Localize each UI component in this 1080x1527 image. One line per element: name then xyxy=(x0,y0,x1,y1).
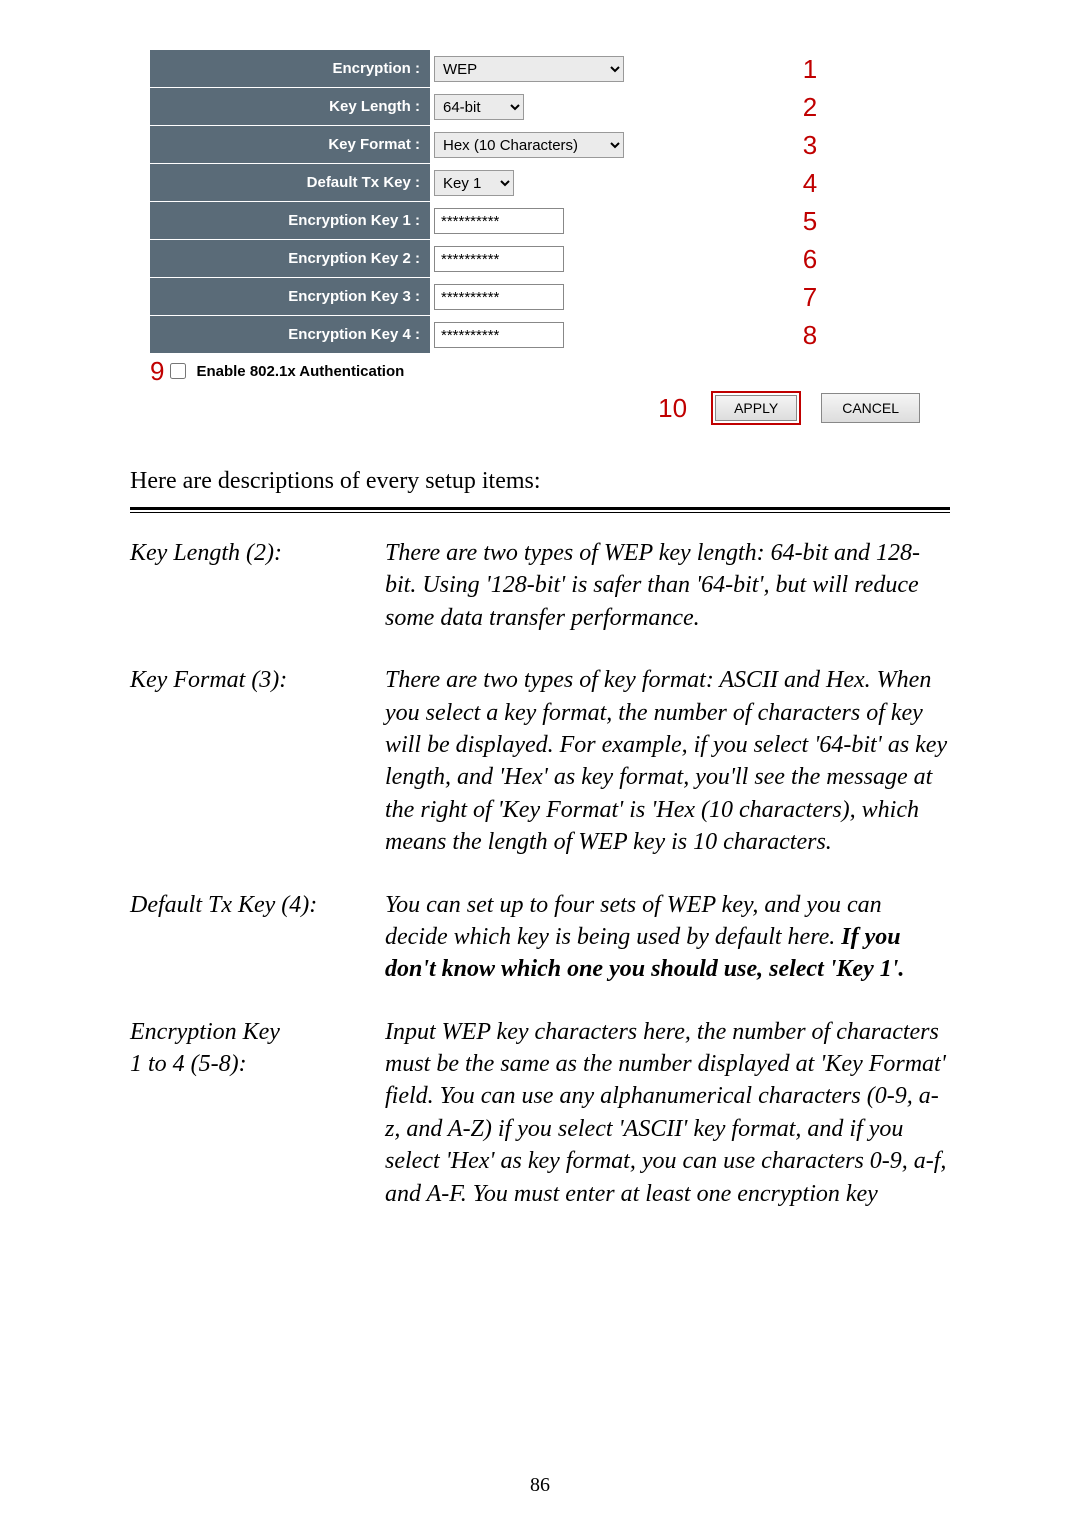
form-label: Encryption Key 3 : xyxy=(150,278,430,316)
encryption-key-input[interactable] xyxy=(434,322,564,348)
form-label: Key Length : xyxy=(150,88,430,126)
description-term: Key Format (3): xyxy=(130,664,385,858)
divider xyxy=(130,507,950,513)
encryption-key-input[interactable] xyxy=(434,208,564,234)
form-select[interactable]: 64-bit xyxy=(434,94,524,120)
annotation-number: 7 xyxy=(690,278,930,316)
buttons-row: 10 APPLY CANCEL xyxy=(150,388,930,428)
page-number: 86 xyxy=(0,1474,1080,1497)
form-row: Encryption Key 2 : 6 xyxy=(150,240,930,278)
form-select[interactable]: Hex (10 Characters) xyxy=(434,132,624,158)
form-control-cell: Hex (10 Characters) xyxy=(430,126,690,164)
enable-8021x-label: Enable 802.1x Authentication xyxy=(196,363,404,380)
settings-form: Encryption :WEP1Key Length :64-bit2Key F… xyxy=(150,50,930,428)
form-control-cell: Key 1 xyxy=(430,164,690,202)
annotation-number: 6 xyxy=(690,240,930,278)
form-label: Default Tx Key : xyxy=(150,164,430,202)
form-label: Key Format : xyxy=(150,126,430,164)
description-item: Key Length (2):There are two types of WE… xyxy=(130,537,950,634)
description-item: Encryption Key 1 to 4 (5-8):Input WEP ke… xyxy=(130,1016,950,1210)
enable-8021x-checkbox[interactable] xyxy=(170,363,186,379)
description-text: You can set up to four sets of WEP key, … xyxy=(385,889,950,986)
annotation-number: 8 xyxy=(690,316,930,354)
form-control-cell: 64-bit xyxy=(430,88,690,126)
encryption-key-input[interactable] xyxy=(434,284,564,310)
description-term: Encryption Key 1 to 4 (5-8): xyxy=(130,1016,385,1210)
form-row: Key Format :Hex (10 Characters) 3 xyxy=(150,126,930,164)
encryption-key-input[interactable] xyxy=(434,246,564,272)
form-row: Default Tx Key :Key 1 4 xyxy=(150,164,930,202)
apply-button[interactable]: APPLY xyxy=(715,395,797,421)
description-term: Key Length (2): xyxy=(130,537,385,634)
description-text: Input WEP key characters here, the numbe… xyxy=(385,1016,950,1210)
form-control-cell xyxy=(430,202,690,240)
form-row: Encryption :WEP 1 xyxy=(150,50,930,88)
annotation-number: 4 xyxy=(690,164,930,202)
form-label: Encryption Key 2 : xyxy=(150,240,430,278)
annotation-number: 5 xyxy=(690,202,930,240)
form-control-cell: WEP xyxy=(430,50,690,88)
description-text: There are two types of key format: ASCII… xyxy=(385,664,950,858)
descriptions-intro: Here are descriptions of every setup ite… xyxy=(130,468,950,495)
form-control-cell xyxy=(430,240,690,278)
form-row: Encryption Key 1 : 5 xyxy=(150,202,930,240)
apply-highlight: APPLY xyxy=(711,391,801,425)
form-control-cell xyxy=(430,316,690,354)
cancel-button[interactable]: CANCEL xyxy=(821,393,920,423)
form-control-cell xyxy=(430,278,690,316)
form-label: Encryption : xyxy=(150,50,430,88)
form-label: Encryption Key 1 : xyxy=(150,202,430,240)
form-row: Encryption Key 4 : 8 xyxy=(150,316,930,354)
description-term: Default Tx Key (4): xyxy=(130,889,385,986)
annotation-9: 9 xyxy=(150,356,164,387)
form-select[interactable]: WEP xyxy=(434,56,624,82)
annotation-number: 3 xyxy=(690,126,930,164)
form-row: Key Length :64-bit 2 xyxy=(150,88,930,126)
form-label: Encryption Key 4 : xyxy=(150,316,430,354)
form-row: Encryption Key 3 : 7 xyxy=(150,278,930,316)
annotation-10: 10 xyxy=(658,393,687,424)
form-select[interactable]: Key 1 xyxy=(434,170,514,196)
annotation-number: 2 xyxy=(690,88,930,126)
auth-row: 9 Enable 802.1x Authentication xyxy=(150,354,930,388)
description-text: There are two types of WEP key length: 6… xyxy=(385,537,950,634)
description-item: Key Format (3):There are two types of ke… xyxy=(130,664,950,858)
description-item: Default Tx Key (4):You can set up to fou… xyxy=(130,889,950,986)
annotation-number: 1 xyxy=(690,50,930,88)
